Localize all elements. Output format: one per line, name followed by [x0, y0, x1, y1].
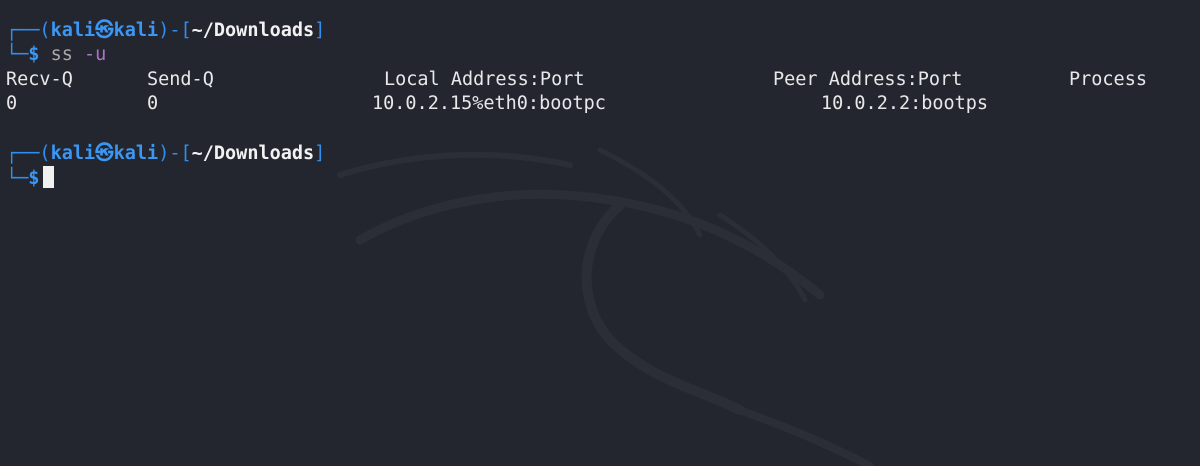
- tree-top-glyph: ┌──: [6, 143, 40, 164]
- prompt-directory: ~/Downloads: [191, 20, 315, 41]
- row-peer-address: 10.0.2.2:bootps: [821, 93, 989, 114]
- at-symbol-icon: ㉿: [95, 143, 114, 164]
- header-local-address: Local Address:Port: [384, 69, 585, 90]
- open-bracket: [: [180, 143, 192, 164]
- prompt-command-line-1: └─$ ss -u: [6, 43, 106, 67]
- command-flag: -u: [83, 44, 107, 65]
- header-peer-address: Peer Address:Port: [773, 69, 963, 90]
- tree-top-glyph: ┌──: [6, 20, 40, 41]
- prompt-directory: ~/Downloads: [191, 143, 315, 164]
- open-paren: (: [39, 143, 51, 164]
- prompt-header-1: ┌──(kali㉿kali)-[~/Downloads]: [6, 19, 325, 43]
- prompt-dash: -: [169, 20, 181, 41]
- close-bracket: ]: [314, 20, 326, 41]
- command-text: ss: [50, 44, 73, 65]
- header-send-q: Send-Q: [147, 69, 214, 90]
- tree-bottom-glyph: └─: [6, 168, 29, 189]
- close-paren: ): [158, 143, 170, 164]
- close-bracket: ]: [314, 143, 326, 164]
- prompt-user: kali: [50, 143, 96, 164]
- header-recv-q: Recv-Q: [6, 69, 73, 90]
- header-process: Process: [1069, 69, 1147, 90]
- prompt-command-line-2[interactable]: └─$: [6, 166, 55, 190]
- prompt-dollar: $: [28, 168, 40, 189]
- prompt-header-2: ┌──(kali㉿kali)-[~/Downloads]: [6, 142, 325, 166]
- prompt-host: kali: [113, 20, 159, 41]
- prompt-dash: -: [169, 143, 181, 164]
- row-local-address: 10.0.2.15%eth0:bootpc: [372, 93, 606, 114]
- close-paren: ): [158, 20, 170, 41]
- prompt-dollar: $: [28, 44, 40, 65]
- open-bracket: [: [180, 20, 192, 41]
- tree-bottom-glyph: └─: [6, 44, 29, 65]
- row-send-q: 0: [147, 93, 159, 114]
- at-symbol-icon: ㉿: [95, 20, 114, 41]
- open-paren: (: [39, 20, 51, 41]
- row-recv-q: 0: [6, 93, 18, 114]
- prompt-user: kali: [50, 20, 96, 41]
- text-cursor[interactable]: [43, 166, 55, 188]
- prompt-host: kali: [113, 143, 159, 164]
